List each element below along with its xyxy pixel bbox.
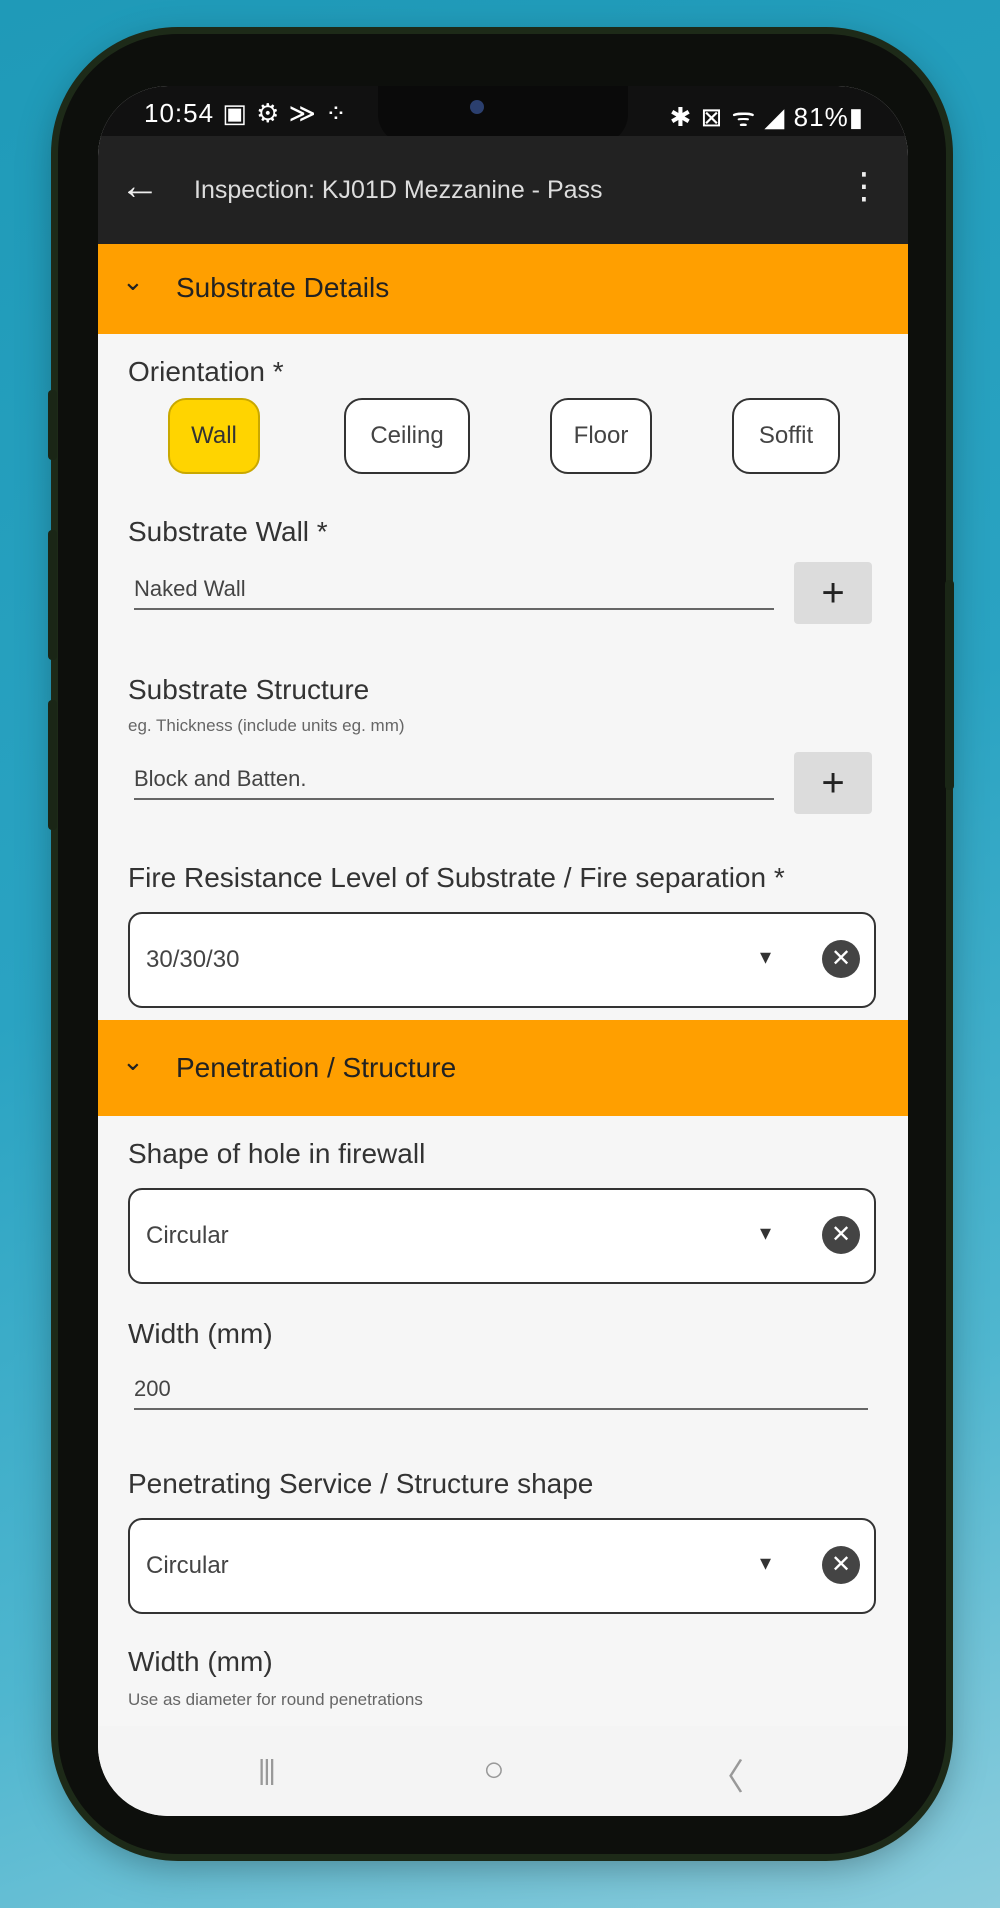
substrate-wall-value: Naked Wall — [134, 576, 246, 601]
substrate-structure-hint: eg. Thickness (include units eg. mm) — [128, 716, 405, 735]
hole-width-label: Width (mm) — [128, 1318, 273, 1349]
hole-width-field[interactable]: 200 — [134, 1376, 868, 1410]
hole-width-value: 200 — [134, 1376, 171, 1401]
substrate-structure-value: Block and Batten. — [134, 766, 307, 791]
orientation-option-floor[interactable]: Floor — [550, 398, 652, 474]
service-shape-dropdown[interactable]: Circular ▾ ✕ — [128, 1518, 876, 1614]
nav-back-icon[interactable]: 〈 — [708, 1748, 744, 1800]
orientation-option-ceiling[interactable]: Ceiling — [344, 398, 470, 474]
hole-shape-dropdown[interactable]: Circular ▾ ✕ — [128, 1188, 876, 1284]
section-header-substrate[interactable]: ⌄ Substrate Details — [98, 244, 908, 334]
hole-shape-label: Shape of hole in firewall — [128, 1138, 426, 1169]
app-bar: ← Inspection: KJ01D Mezzanine - Pass ⋮ — [98, 136, 908, 244]
dropdown-caret-icon: ▾ — [760, 944, 772, 969]
substrate-structure-label: Substrate Structure — [128, 674, 370, 705]
page-title: Inspection: KJ01D Mezzanine - Pass — [194, 176, 603, 204]
substrate-wall-field[interactable]: Naked Wall — [134, 576, 774, 610]
app-screen: 10:54 ▣ ⚙ ≫ ⁘ ✱ ⊠ ᯤ ◢ 81%▮ ← Inspection:… — [98, 86, 908, 1816]
system-nav-bar: ||| ○ 〈 — [98, 1726, 908, 1816]
substrate-wall-label: Substrate Wall * — [128, 516, 328, 547]
more-options-icon[interactable]: ⋮ — [846, 166, 882, 206]
service-shape-value: Circular — [146, 1552, 229, 1579]
status-icons: ✱ ⊠ ᯤ ◢ 81%▮ — [669, 102, 864, 132]
volume-button — [48, 530, 57, 660]
add-substrate-wall-button[interactable]: + — [794, 562, 872, 624]
power-button — [945, 580, 954, 790]
front-camera — [470, 100, 484, 114]
section-title: Penetration / Structure — [176, 1052, 457, 1083]
chevron-down-icon: ⌄ — [122, 1046, 144, 1076]
chevron-down-icon: ⌄ — [122, 266, 144, 296]
home-icon[interactable]: ○ — [483, 1748, 505, 1790]
section-header-penetration[interactable]: ⌄ Penetration / Structure — [98, 1020, 908, 1116]
status-time: 10:54 ▣ ⚙ ≫ ⁘ — [144, 98, 348, 128]
fire-resistance-label: Fire Resistance Level of Substrate / Fir… — [128, 862, 785, 893]
volume-button — [48, 390, 57, 460]
section-title: Substrate Details — [176, 272, 390, 303]
fire-resistance-dropdown[interactable]: 30/30/30 ▾ ✕ — [128, 912, 876, 1008]
hole-shape-value: Circular — [146, 1222, 229, 1249]
clear-icon[interactable]: ✕ — [822, 1216, 860, 1254]
dropdown-caret-icon: ▾ — [760, 1550, 772, 1575]
orientation-option-wall[interactable]: Wall — [168, 398, 260, 474]
orientation-label: Orientation * — [128, 356, 284, 387]
add-substrate-structure-button[interactable]: + — [794, 752, 872, 814]
clear-icon[interactable]: ✕ — [822, 940, 860, 978]
fire-resistance-value: 30/30/30 — [146, 946, 240, 973]
service-shape-label: Penetrating Service / Structure shape — [128, 1468, 594, 1499]
service-width-hint: Use as diameter for round penetrations — [128, 1690, 423, 1709]
volume-button — [48, 700, 57, 830]
orientation-option-soffit[interactable]: Soffit — [732, 398, 840, 474]
back-arrow-icon[interactable]: ← — [120, 166, 160, 206]
clear-icon[interactable]: ✕ — [822, 1546, 860, 1584]
service-width-label: Width (mm) — [128, 1646, 273, 1677]
recents-icon[interactable]: ||| — [258, 1754, 276, 1786]
substrate-structure-field[interactable]: Block and Batten. — [134, 766, 774, 800]
dropdown-caret-icon: ▾ — [760, 1220, 772, 1245]
